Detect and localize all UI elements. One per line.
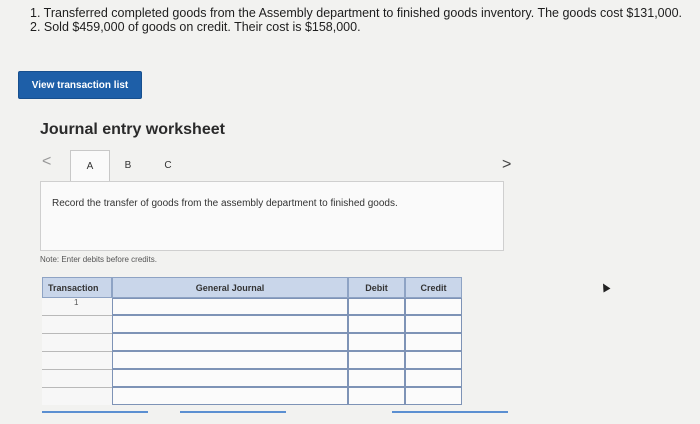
note-text: Note: Enter debits before credits. bbox=[40, 255, 157, 264]
row-divider bbox=[42, 387, 112, 388]
mouse-cursor-icon bbox=[599, 281, 611, 293]
instruction-text: Record the transfer of goods from the as… bbox=[52, 198, 398, 209]
action-underline bbox=[42, 411, 148, 413]
debit-input[interactable] bbox=[348, 387, 405, 405]
debit-input[interactable] bbox=[348, 351, 405, 369]
account-input[interactable] bbox=[112, 351, 348, 369]
credit-input[interactable] bbox=[405, 333, 462, 351]
row-divider bbox=[42, 351, 112, 352]
debit-input[interactable] bbox=[348, 315, 405, 333]
tab-a[interactable]: A bbox=[70, 150, 110, 182]
row-divider bbox=[42, 333, 112, 334]
previous-entry-arrow-icon[interactable]: < bbox=[42, 153, 51, 171]
action-underline bbox=[180, 411, 286, 413]
transaction-number: 1 bbox=[74, 298, 79, 307]
account-input[interactable] bbox=[112, 333, 348, 351]
credit-input[interactable] bbox=[405, 298, 462, 315]
next-entry-arrow-icon[interactable]: > bbox=[502, 156, 511, 174]
action-underline bbox=[392, 411, 508, 413]
row-divider bbox=[42, 315, 112, 316]
account-input[interactable] bbox=[112, 387, 348, 405]
header-transaction: Transaction bbox=[42, 277, 112, 298]
header-credit: Credit bbox=[405, 277, 462, 298]
problem-statement: 1. Transferred completed goods from the … bbox=[30, 6, 682, 34]
header-debit: Debit bbox=[348, 277, 405, 298]
header-general-journal: General Journal bbox=[112, 277, 348, 298]
tab-b[interactable]: B bbox=[108, 150, 148, 180]
credit-input[interactable] bbox=[405, 351, 462, 369]
tab-c[interactable]: C bbox=[148, 150, 188, 180]
problem-line-2: 2. Sold $459,000 of goods on credit. The… bbox=[30, 20, 361, 34]
problem-line-1: 1. Transferred completed goods from the … bbox=[30, 6, 683, 20]
credit-input[interactable] bbox=[405, 315, 462, 333]
debit-input[interactable] bbox=[348, 333, 405, 351]
debit-input[interactable] bbox=[348, 369, 405, 387]
row-divider bbox=[42, 369, 112, 370]
account-input[interactable] bbox=[112, 315, 348, 333]
debit-input[interactable] bbox=[348, 298, 405, 315]
journal-table: Transaction General Journal Debit Credit… bbox=[42, 277, 462, 405]
worksheet-title: Journal entry worksheet bbox=[40, 121, 225, 138]
credit-input[interactable] bbox=[405, 369, 462, 387]
instruction-box: Record the transfer of goods from the as… bbox=[40, 181, 504, 251]
credit-input[interactable] bbox=[405, 387, 462, 405]
account-input[interactable] bbox=[112, 298, 348, 315]
view-transaction-list-button[interactable]: View transaction list bbox=[18, 71, 142, 99]
account-input[interactable] bbox=[112, 369, 348, 387]
